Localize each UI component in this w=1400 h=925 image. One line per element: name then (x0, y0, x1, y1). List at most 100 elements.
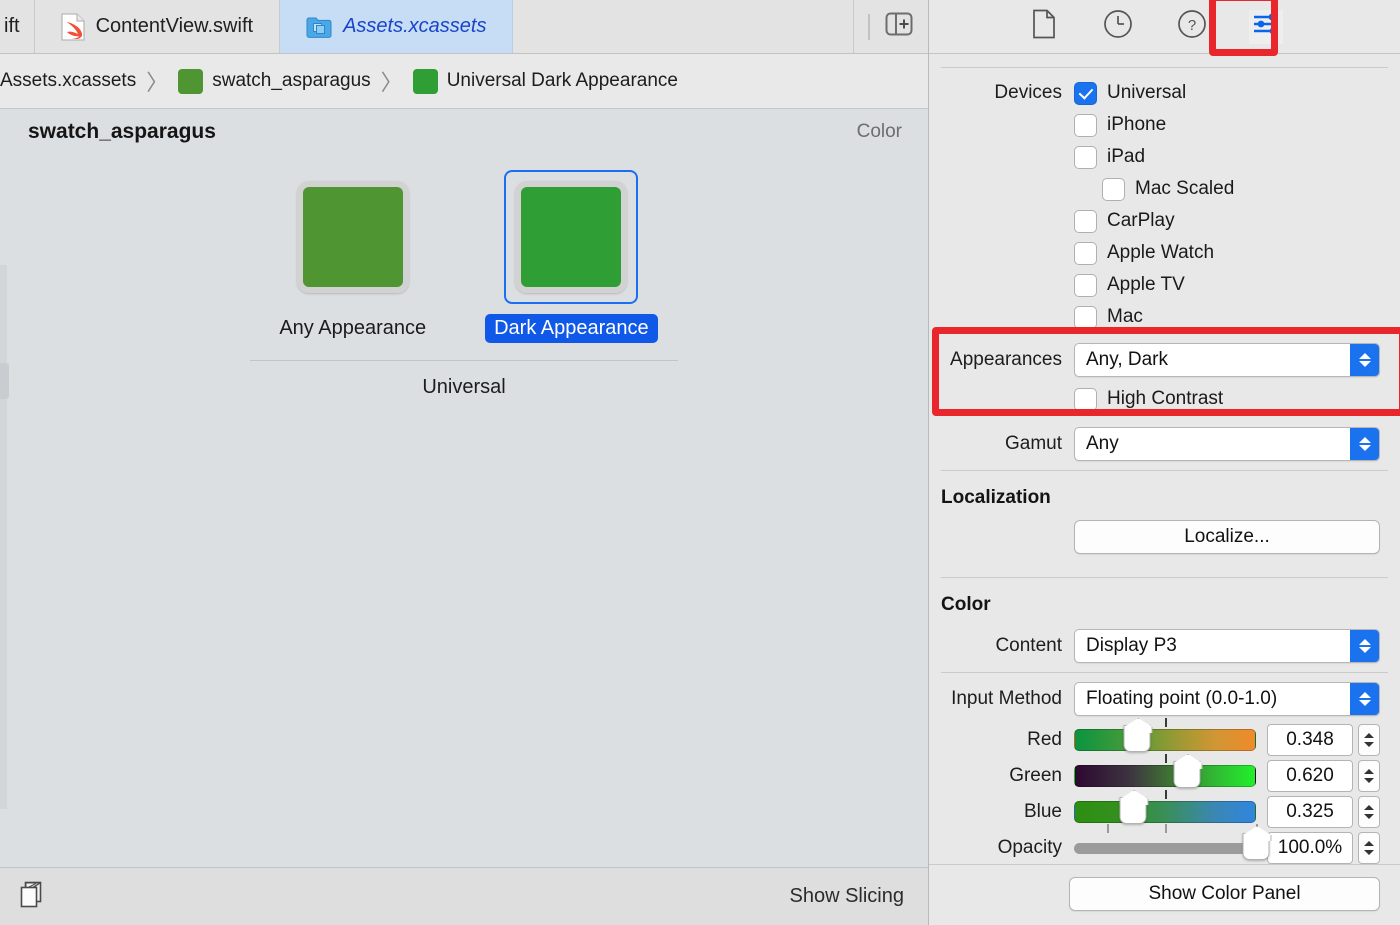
help-inspector-tab[interactable]: ? (1175, 10, 1209, 44)
device-row: Mac Scaled (929, 173, 1400, 205)
opacity-value-field[interactable]: 100.0% (1267, 832, 1353, 864)
device-checkbox-universal[interactable] (1074, 82, 1097, 105)
opacity-label: Opacity (929, 837, 1074, 859)
device-checkbox-ipad[interactable] (1074, 146, 1097, 169)
slider-track (1074, 765, 1256, 787)
gamut-row: Gamut Any (929, 427, 1400, 461)
localize-button[interactable]: Localize... (1074, 520, 1380, 554)
device-checkbox-apple-tv[interactable] (1074, 274, 1097, 297)
color-channels-group: Red0.348Green0.620Blue0.325Opacity100.0% (929, 722, 1400, 864)
xcode-window: ift ContentView.swift (0, 0, 1400, 925)
device-checkbox-carplay[interactable] (1074, 210, 1097, 233)
breadcrumb-label: Universal Dark Appearance (447, 70, 678, 92)
section-divider (941, 67, 1388, 68)
tab-contentview-swift[interactable]: ContentView.swift (35, 0, 281, 53)
slider-tick (1165, 718, 1167, 727)
slider-thumb[interactable] (1173, 761, 1200, 788)
appearances-label: Appearances (929, 349, 1074, 371)
show-slicing-button[interactable]: Show Slicing (789, 885, 904, 908)
slicing-icon[interactable] (18, 879, 46, 914)
opacity-slider[interactable] (1074, 831, 1256, 864)
asset-kind-label: Color (857, 121, 902, 143)
group-divider (250, 360, 678, 361)
question-mark-icon: ? (1177, 9, 1207, 44)
device-checkbox-iphone[interactable] (1074, 114, 1097, 137)
swatch-frame (297, 181, 409, 293)
chevron-updown-icon (1350, 428, 1379, 460)
sidebar-resize-handle[interactable] (0, 363, 9, 399)
file-inspector-tab[interactable] (1027, 10, 1061, 44)
appearances-value: Any, Dark (1086, 349, 1168, 371)
opacity-stepper[interactable] (1358, 832, 1380, 864)
content-popup[interactable]: Display P3 (1074, 629, 1380, 663)
input-method-label: Input Method (929, 688, 1074, 710)
device-checkbox-mac[interactable] (1074, 306, 1097, 329)
swatch-box-wrap (286, 170, 420, 304)
gamut-popup[interactable]: Any (1074, 427, 1380, 461)
device-row: Apple TV (929, 269, 1400, 301)
high-contrast-checkbox[interactable] (1074, 388, 1097, 411)
breadcrumb-item-appearance[interactable]: Universal Dark Appearance (413, 69, 678, 94)
show-color-panel-button[interactable]: Show Color Panel (1069, 877, 1380, 911)
appearances-popup[interactable]: Any, Dark (1074, 343, 1380, 377)
slider-tick (1165, 790, 1167, 799)
svg-text:?: ? (1187, 17, 1195, 34)
swatch-any-appearance[interactable]: Any Appearance (270, 170, 435, 343)
slider-thumb[interactable] (1243, 833, 1270, 860)
device-row: iPad (929, 141, 1400, 173)
color-chip (178, 69, 203, 94)
breadcrumb-label: swatch_asparagus (212, 70, 370, 92)
device-label: Apple TV (1107, 274, 1185, 296)
red-slider[interactable] (1074, 723, 1256, 757)
slider-tick (1165, 754, 1167, 763)
blue-label: Blue (929, 801, 1074, 823)
tab-assets-xcassets[interactable]: Assets.xcassets (280, 0, 513, 53)
device-label: Mac Scaled (1135, 178, 1234, 200)
green-stepper[interactable] (1358, 760, 1380, 792)
device-label: iPhone (1107, 114, 1166, 136)
section-divider (941, 577, 1388, 578)
color-chip (413, 69, 438, 94)
canvas-header: swatch_asparagus Color (0, 109, 928, 155)
green-value-field[interactable]: 0.620 (1267, 760, 1353, 792)
history-inspector-tab[interactable] (1101, 10, 1135, 44)
red-label: Red (929, 729, 1074, 751)
red-stepper[interactable] (1358, 724, 1380, 756)
sliders-icon (1251, 10, 1281, 43)
editor-status-bar: Show Slicing (0, 867, 928, 925)
attributes-inspector-tab[interactable] (1249, 10, 1283, 44)
breadcrumb-item-assets[interactable]: Assets.xcassets (0, 70, 136, 92)
device-checkbox-mac-scaled[interactable] (1102, 178, 1125, 201)
breadcrumb-item-swatch[interactable]: swatch_asparagus (178, 69, 370, 94)
document-icon (1032, 9, 1056, 44)
input-method-value: Floating point (0.0-1.0) (1086, 688, 1277, 710)
tab-partial[interactable]: ift (0, 0, 35, 53)
swatch-fill (303, 187, 403, 287)
inspector-content: DevicesUniversal iPhone iPad Mac Scaled CarP… (929, 54, 1400, 864)
breadcrumb-separator: 〉 (381, 65, 403, 97)
slider-thumb[interactable] (1124, 725, 1151, 752)
device-row: DevicesUniversal (929, 77, 1400, 109)
slider-thumb[interactable] (1120, 797, 1147, 824)
green-slider[interactable] (1074, 759, 1256, 793)
input-method-popup[interactable]: Floating point (0.0-1.0) (1074, 682, 1380, 716)
input-method-row: Input Method Floating point (0.0-1.0) (929, 682, 1400, 716)
blue-value-field[interactable]: 0.325 (1267, 796, 1353, 828)
localize-row: Localize... (929, 520, 1400, 554)
content-label: Content (929, 635, 1074, 657)
slider-track (1074, 729, 1256, 751)
device-label: CarPlay (1107, 210, 1175, 232)
chevron-updown-icon (1350, 344, 1379, 376)
tab-label: ContentView.swift (96, 15, 254, 38)
swift-file-icon (61, 13, 85, 41)
device-checkbox-apple-watch[interactable] (1074, 242, 1097, 265)
swatch-dark-appearance[interactable]: Dark Appearance (485, 170, 658, 343)
add-editor-icon[interactable] (884, 11, 914, 42)
device-row: CarPlay (929, 205, 1400, 237)
swatch-box-wrap (504, 170, 638, 304)
clock-icon (1103, 9, 1133, 44)
red-value-field[interactable]: 0.348 (1267, 724, 1353, 756)
blue-stepper[interactable] (1358, 796, 1380, 828)
high-contrast-row: High Contrast (929, 383, 1400, 415)
breadcrumb-separator: 〉 (146, 65, 168, 97)
